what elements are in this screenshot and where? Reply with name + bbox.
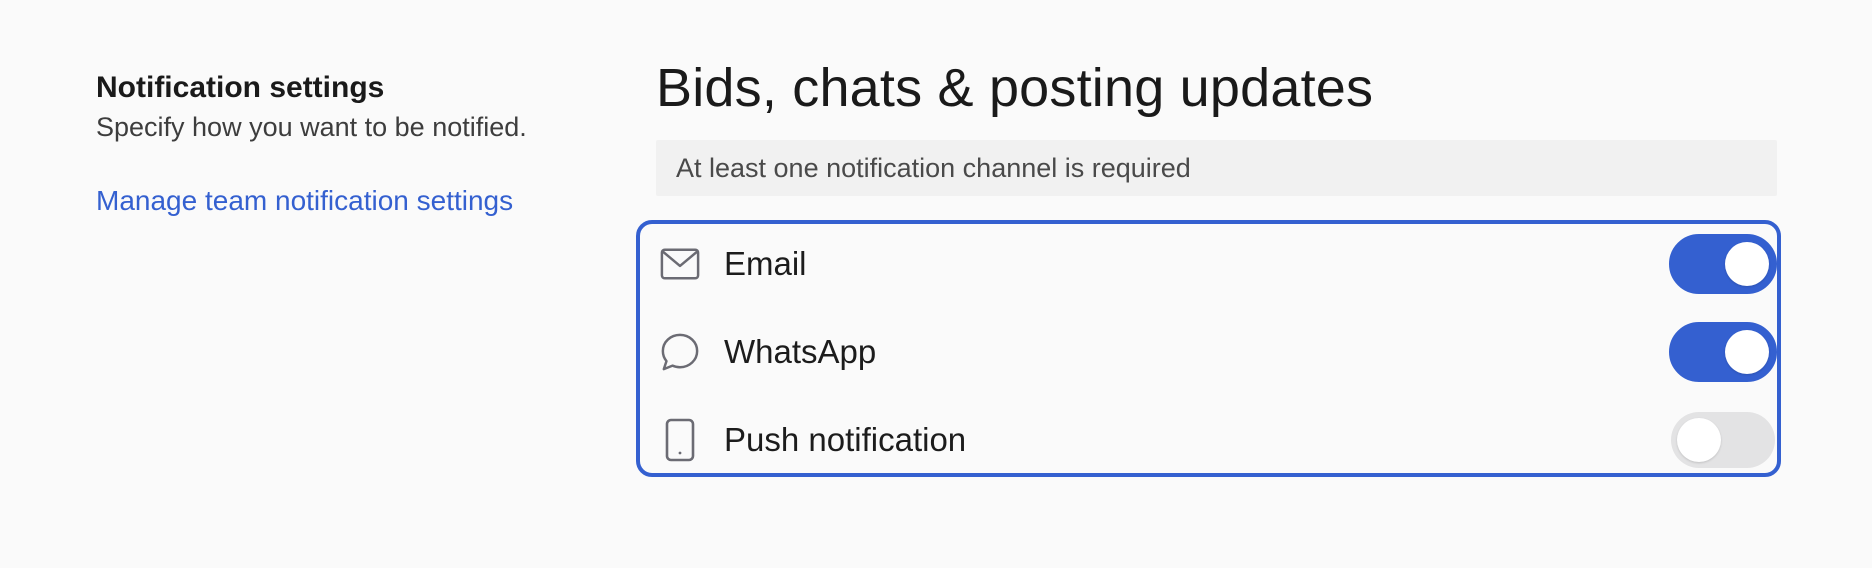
channel-label-whatsapp: WhatsApp — [724, 333, 877, 370]
channel-label-push: Push notification — [724, 421, 967, 458]
settings-sidebar: Notification settings Specify how you wa… — [96, 68, 616, 220]
email-toggle[interactable] — [1669, 234, 1777, 294]
channel-row-email: Email — [640, 224, 1777, 304]
notice-text: At least one notification channel is req… — [676, 152, 1191, 183]
whatsapp-toggle[interactable] — [1669, 322, 1777, 382]
chat-bubble-icon — [660, 332, 700, 372]
channel-row-whatsapp: WhatsApp — [640, 312, 1777, 392]
manage-team-notifications-link[interactable]: Manage team notification settings — [96, 182, 513, 220]
mail-icon — [660, 244, 700, 284]
channel-list: Email WhatsApp Push notification — [636, 220, 1781, 477]
toggle-knob — [1677, 418, 1721, 462]
channel-row-push: Push notification — [640, 400, 1777, 473]
smartphone-icon — [660, 418, 700, 462]
required-channel-notice: At least one notification channel is req… — [656, 140, 1777, 196]
channel-section: Bids, chats & posting updates At least o… — [656, 52, 1777, 196]
notification-settings-page: Notification settings Specify how you wa… — [0, 0, 1872, 568]
push-notification-toggle[interactable] — [1671, 412, 1775, 468]
section-heading: Bids, chats & posting updates — [656, 58, 1374, 118]
sidebar-title: Notification settings — [96, 71, 385, 104]
sidebar-subtitle: Specify how you want to be notified. — [96, 112, 527, 142]
toggle-knob — [1725, 242, 1769, 286]
channel-label-email: Email — [724, 245, 807, 282]
toggle-knob — [1725, 330, 1769, 374]
